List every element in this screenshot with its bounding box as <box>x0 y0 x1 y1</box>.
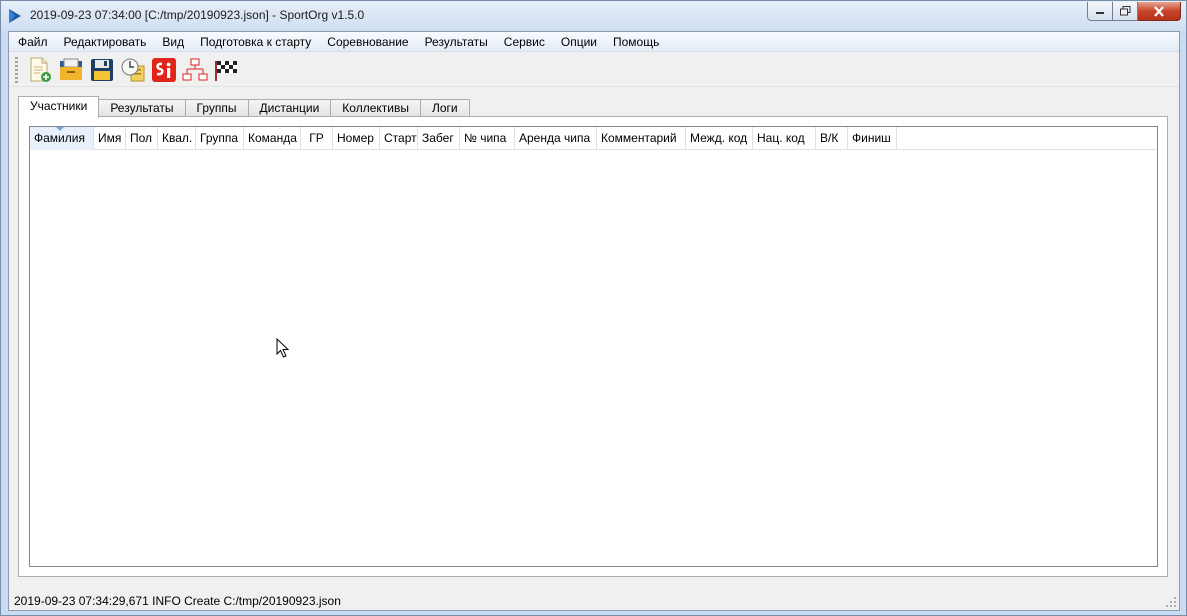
window-title: 2019-09-23 07:34:00 [C:/tmp/20190923.jso… <box>30 8 365 22</box>
save-icon <box>90 58 113 81</box>
tab-results[interactable]: Результаты <box>98 99 186 117</box>
network-button[interactable] <box>179 55 210 85</box>
open-file-button[interactable] <box>55 55 86 85</box>
close-icon <box>1154 5 1164 17</box>
menu-race[interactable]: Соревнование <box>319 32 416 52</box>
toolbar <box>9 53 1179 87</box>
save-button[interactable] <box>86 55 117 85</box>
column-header-chip-rent[interactable]: Аренда чипа <box>515 127 597 150</box>
restore-icon <box>1119 6 1130 16</box>
sportorg-logo-icon <box>9 9 21 23</box>
menu-view[interactable]: Вид <box>154 32 192 52</box>
column-header-out-of-competition[interactable]: В/К <box>816 127 848 150</box>
column-header-finish[interactable]: Финиш <box>848 127 897 150</box>
column-header-chip-number[interactable]: № чипа <box>460 127 515 150</box>
tab-participants[interactable]: Участники <box>18 96 100 118</box>
window-controls <box>1087 2 1181 22</box>
sort-ascending-icon <box>56 127 64 131</box>
column-header-gender[interactable]: Пол <box>126 127 158 150</box>
clock-icon <box>121 58 144 81</box>
menu-bar: Файл Редактировать Вид Подготовка к стар… <box>9 32 1179 52</box>
participants-table[interactable]: Фамилия Имя Пол Квал. Группа Команда ГР … <box>29 126 1158 567</box>
main-client-area: Файл Редактировать Вид Подготовка к стар… <box>8 31 1180 611</box>
title-bar[interactable]: 2019-09-23 07:34:00 [C:/tmp/20190923.jso… <box>1 1 1186 31</box>
menu-help[interactable]: Помощь <box>605 32 667 52</box>
menu-start-preparation[interactable]: Подготовка к старту <box>192 32 319 52</box>
resize-grip-icon[interactable] <box>1165 596 1177 608</box>
column-header-bib[interactable]: Номер <box>333 127 380 150</box>
start-time-button[interactable] <box>117 55 148 85</box>
new-file-icon <box>30 57 51 82</box>
new-file-button[interactable] <box>24 55 55 85</box>
mouse-pointer-icon <box>276 338 290 358</box>
column-header-first-name[interactable]: Имя <box>94 127 126 150</box>
tab-courses[interactable]: Дистанции <box>247 99 332 117</box>
column-header-national-code[interactable]: Нац. код <box>753 127 816 150</box>
menu-file[interactable]: Файл <box>10 32 56 52</box>
menu-edit[interactable]: Редактировать <box>56 32 155 52</box>
tab-logs[interactable]: Логи <box>419 99 470 117</box>
si-reader-button[interactable] <box>148 55 179 85</box>
menu-service[interactable]: Сервис <box>496 32 553 52</box>
column-header-comment[interactable]: Комментарий <box>597 127 686 150</box>
open-folder-icon <box>59 58 82 80</box>
minimize-button[interactable] <box>1087 2 1113 21</box>
finish-button[interactable] <box>210 55 241 85</box>
menu-options[interactable]: Опции <box>553 32 605 52</box>
minimize-icon <box>1096 12 1104 14</box>
tab-bar: Участники Результаты Группы Дистанции Ко… <box>18 96 470 118</box>
column-header-team[interactable]: Команда <box>244 127 301 150</box>
column-header-world-code[interactable]: Межд. код <box>686 127 753 150</box>
network-icon <box>182 58 207 80</box>
column-header-birth-year[interactable]: ГР <box>301 127 333 150</box>
participants-panel: Фамилия Имя Пол Квал. Группа Команда ГР … <box>18 116 1168 577</box>
toolbar-grip[interactable] <box>15 56 18 83</box>
column-header-group[interactable]: Группа <box>196 127 244 150</box>
app-window: 2019-09-23 07:34:00 [C:/tmp/20190923.jso… <box>0 0 1187 616</box>
column-header-heat[interactable]: Забег <box>418 127 460 150</box>
tab-groups[interactable]: Группы <box>184 99 249 117</box>
status-bar: 2019-09-23 07:34:29,671 INFO Create C:/t… <box>14 594 341 608</box>
column-header-last-name[interactable]: Фамилия <box>30 127 94 150</box>
table-header: Фамилия Имя Пол Квал. Группа Команда ГР … <box>30 127 1157 150</box>
tab-teams[interactable]: Коллективы <box>330 99 421 117</box>
column-header-qualification[interactable]: Квал. <box>158 127 196 150</box>
column-header-start[interactable]: Старт <box>380 127 418 150</box>
menu-results[interactable]: Результаты <box>417 32 496 52</box>
finish-flag-icon <box>214 60 237 81</box>
close-button[interactable] <box>1138 2 1181 21</box>
si-reader-icon <box>151 57 176 82</box>
maximize-button[interactable] <box>1113 2 1138 21</box>
